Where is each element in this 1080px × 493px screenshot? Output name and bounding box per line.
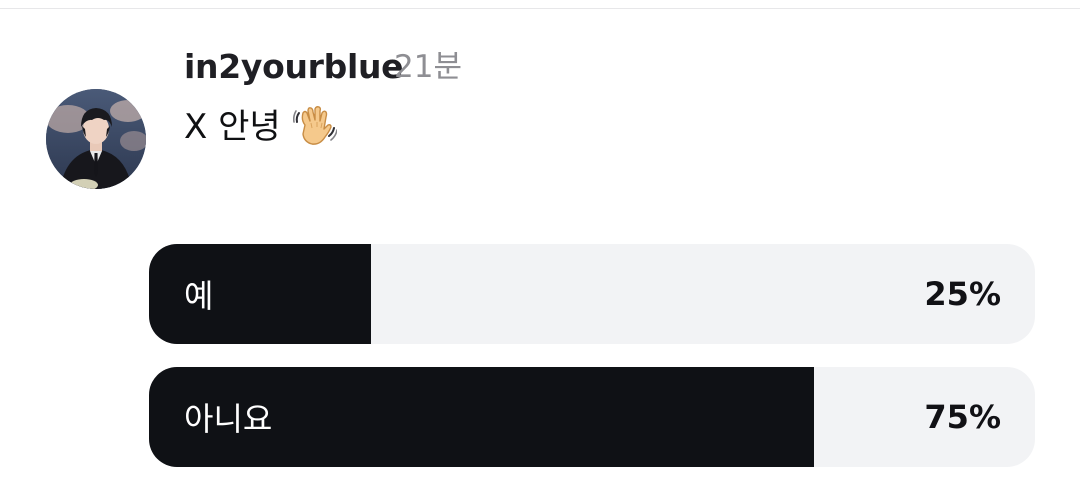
poll-option-yes-percent: 25% <box>924 275 1001 313</box>
poll-option-no-percent: 75% <box>924 398 1001 436</box>
post-timestamp: 21분 <box>394 49 462 85</box>
post-body: X 안녕 <box>184 105 337 149</box>
waving-hand-icon <box>292 106 337 145</box>
post-text: X 안녕 <box>184 107 281 147</box>
poll-option-yes[interactable]: 예 25% <box>149 244 1035 344</box>
top-divider <box>0 8 1080 9</box>
avatar-image <box>46 89 146 189</box>
avatar[interactable] <box>46 89 146 189</box>
poll-option-yes-fill <box>149 244 371 344</box>
poll-option-no[interactable]: 아니요 75% <box>149 367 1035 467</box>
poll-option-yes-label: 예 <box>184 277 214 315</box>
poll-option-no-label: 아니요 <box>184 400 273 438</box>
username[interactable]: in2yourblue <box>184 47 404 87</box>
